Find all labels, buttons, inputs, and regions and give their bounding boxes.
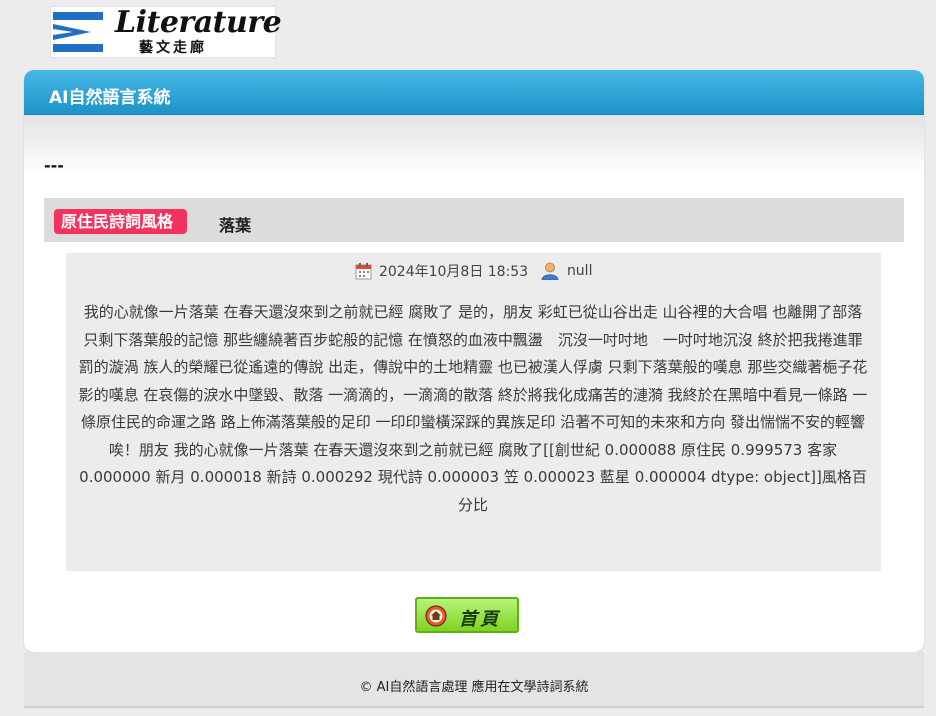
header-fade — [24, 115, 924, 175]
site-logo[interactable]: Literature 藝文走廊 — [50, 5, 282, 58]
separator-text: --- — [44, 156, 64, 175]
panel-title: AI自然語言系統 — [49, 88, 171, 108]
footer: © AI自然語言處理 應用在文學詩詞系統 — [24, 652, 924, 708]
category-badge[interactable]: 原住民詩詞風格 — [54, 209, 188, 234]
post-title: 落葉 — [219, 216, 252, 235]
post-content: 2024年10月8日 18:53 null 我的心就像一片落葉 在春天還沒來到之… — [66, 253, 881, 571]
post-date: 2024年10月8日 18:53 — [378, 264, 529, 280]
post-title-bar: 原住民詩詞風格 落葉 — [44, 198, 904, 242]
footer-text: © AI自然語言處理 應用在文學詩詞系統 — [359, 680, 589, 695]
calendar-icon — [355, 262, 372, 279]
post-body: 我的心就像一片落葉 在春天還沒來到之前就已經 腐敗了 是的，朋友 彩虹已從山谷出… — [78, 303, 868, 514]
home-button[interactable]: 首頁 — [415, 597, 519, 633]
home-icon — [425, 605, 447, 627]
main-panel: AI自然語言系統 --- 原住民詩詞風格 落葉 2024年10月8日 18:53 — [24, 70, 924, 652]
post-author[interactable]: null — [567, 263, 593, 279]
logo-brand-text: Literature — [115, 5, 282, 40]
home-button-label: 首頁 — [459, 609, 501, 630]
logo-mark-icon — [53, 12, 103, 52]
post-meta: 2024年10月8日 18:53 null — [66, 261, 881, 281]
user-icon — [542, 262, 559, 280]
logo-subtitle: 藝文走廊 — [139, 40, 207, 56]
